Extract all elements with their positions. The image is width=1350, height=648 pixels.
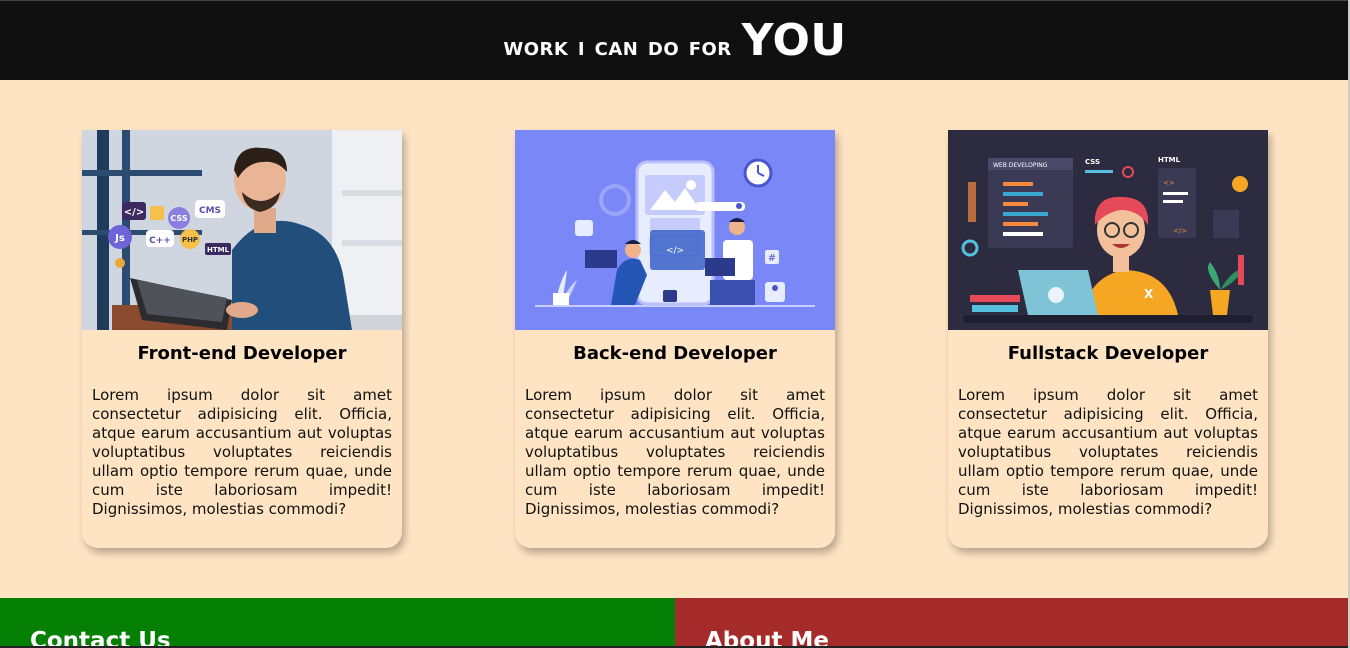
card-title: Back-end Developer (573, 343, 777, 364)
service-card-fullstack: WEB DEVELOPING CSS HTML <> </> X Fullsta… (948, 130, 1268, 548)
card-description: Lorem ipsum dolor sit amet consectetur a… (958, 386, 1258, 518)
title-emphasis: YOU (741, 15, 847, 66)
svg-text:C++: C++ (149, 236, 171, 246)
contact-heading: Contact Us (30, 628, 171, 648)
svg-text:<>: <> (1163, 179, 1175, 187)
svg-text:PHP: PHP (182, 236, 198, 244)
backend-developer-illustration: </> # (515, 130, 835, 330)
about-section: About Me (675, 598, 1350, 648)
service-card-backend: </> # Back-end Developer Lorem ipsum dol… (515, 130, 835, 548)
fullstack-developer-illustration: WEB DEVELOPING CSS HTML <> </> X (948, 130, 1268, 330)
svg-text:Js: Js (114, 233, 125, 244)
contact-section: Contact Us (0, 598, 675, 648)
svg-text:HTML: HTML (207, 246, 230, 254)
card-title: Front-end Developer (137, 343, 347, 364)
svg-text:WEB DEVELOPING: WEB DEVELOPING (993, 162, 1048, 169)
about-heading: About Me (705, 628, 829, 648)
svg-text:X: X (1144, 287, 1154, 301)
card-title: Fullstack Developer (1007, 343, 1209, 364)
title-prefix: work i can do for (503, 32, 732, 62)
svg-text:</>: </> (666, 246, 684, 256)
card-description: Lorem ipsum dolor sit amet consectetur a… (92, 386, 392, 518)
svg-text:CSS: CSS (1085, 158, 1100, 166)
svg-text:CMS: CMS (199, 206, 221, 216)
services-section: </> CSS CMS Js C++ PHP HTML Front-end De… (0, 130, 1350, 550)
svg-text:HTML: HTML (1158, 156, 1181, 164)
service-card-frontend: </> CSS CMS Js C++ PHP HTML Front-end De… (82, 130, 402, 548)
frontend-developer-illustration: </> CSS CMS Js C++ PHP HTML (82, 130, 402, 330)
svg-text:</>: </> (1173, 227, 1187, 235)
svg-text:CSS: CSS (170, 214, 187, 223)
card-description: Lorem ipsum dolor sit amet consectetur a… (525, 386, 825, 518)
svg-text:#: # (768, 253, 776, 264)
page-header: work i can do for YOU (0, 0, 1350, 80)
page-title: work i can do for YOU (503, 15, 846, 66)
svg-text:</>: </> (124, 207, 144, 218)
